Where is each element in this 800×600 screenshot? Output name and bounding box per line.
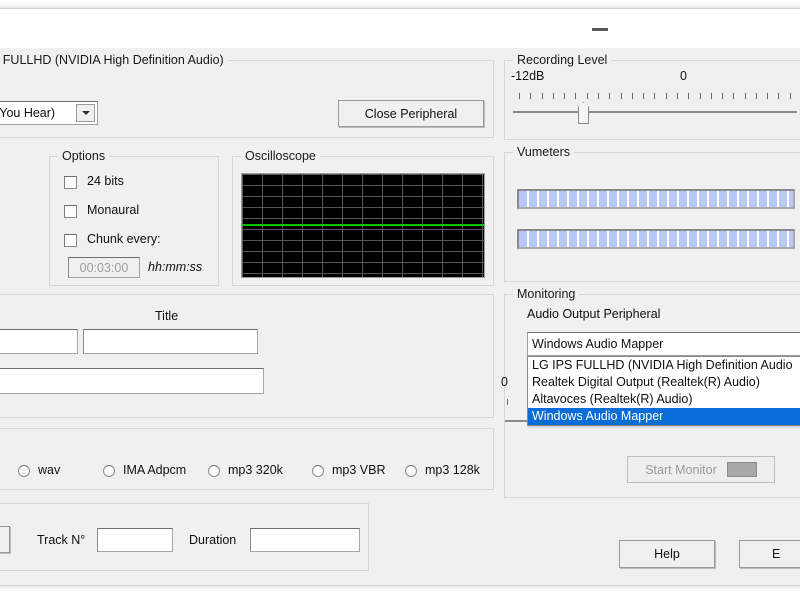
- minimize-icon: [592, 28, 608, 31]
- format-radio-wav-label: wav: [38, 463, 61, 477]
- format-radio-mp3-320k-label: mp3 320k: [228, 463, 283, 477]
- main-window: ...ot t Peripheral: Loopback from LG IPS…: [0, 8, 800, 586]
- dropdown-item-3[interactable]: Windows Audio Mapper: [528, 408, 800, 425]
- dropdown-item-0[interactable]: LG IPS FULLHD (NVIDIA High Definition Au…: [528, 357, 800, 374]
- recording-level-track[interactable]: [513, 111, 797, 113]
- dropdown-item-1[interactable]: Realtek Digital Output (Realtek(R) Audio…: [528, 374, 800, 391]
- recording-level-ticks: [519, 93, 791, 99]
- format-radio-mp3-128k[interactable]: [405, 465, 417, 477]
- vumeters-group: Vumeters: [504, 145, 800, 282]
- start-monitor-button[interactable]: Start Monitor: [627, 456, 775, 483]
- recording-level-group: Recording Level -12dB 0: [504, 53, 800, 140]
- monitoring-output-dropdown[interactable]: LG IPS FULLHD (NVIDIA High Definition Au…: [527, 356, 800, 426]
- title-label: Title: [155, 309, 179, 323]
- format-radio-ima-adpcm[interactable]: [103, 465, 115, 477]
- oscilloscope-group-title: Oscilloscope: [241, 149, 320, 163]
- app-root: ...ot t Peripheral: Loopback from LG IPS…: [0, 0, 800, 600]
- checkbox-chunk-every-label: Chunk every:: [87, 232, 161, 246]
- monitor-status-icon: [726, 462, 757, 477]
- input-peripheral-combo-arrow[interactable]: [76, 104, 95, 122]
- recording-level-group-title: Recording Level: [513, 53, 612, 67]
- format-radio-wav[interactable]: [18, 465, 30, 477]
- recording-level-min-label: -12dB: [511, 69, 545, 83]
- input-peripheral-group: t Peripheral: Loopback from LG IPS FULLH…: [0, 53, 494, 138]
- input-peripheral-group-title: t Peripheral: Loopback from LG IPS FULLH…: [0, 53, 228, 67]
- monitoring-volume-track[interactable]: [505, 420, 527, 422]
- input-peripheral-combo[interactable]: from Windows Mixer Output (What You Hear…: [0, 101, 98, 125]
- help-button-label: Help: [654, 547, 680, 561]
- track-number-input[interactable]: [97, 528, 173, 552]
- checkbox-monaural-label: Monaural: [87, 203, 140, 217]
- monitoring-output-combo-value: Windows Audio Mapper: [532, 337, 664, 351]
- audio-output-peripheral-label: Audio Output Peripheral: [527, 307, 661, 321]
- format-radio-mp3-128k-label: mp3 128k: [425, 463, 480, 477]
- close-peripheral-label: Close Peripheral: [364, 106, 458, 121]
- minimize-button[interactable]: [577, 9, 623, 47]
- folder-path-input[interactable]: C:\Users\merch\Music: [0, 368, 264, 394]
- format-radio-mp3-320k[interactable]: [208, 465, 220, 477]
- vumeter-right-fill: [519, 231, 793, 247]
- album-input[interactable]: [0, 329, 78, 354]
- monitoring-volume-ticks: [507, 399, 527, 405]
- checkbox-chunk-every[interactable]: [64, 234, 77, 247]
- duration-input[interactable]: [250, 528, 360, 552]
- recording-level-max-label: 0: [680, 69, 687, 83]
- exit-button[interactable]: E: [739, 540, 800, 568]
- chevron-down-icon: [81, 111, 90, 115]
- help-button[interactable]: Help: [619, 540, 715, 568]
- chunk-duration-format-label: hh:mm:ss: [148, 260, 203, 274]
- checkbox-24bits[interactable]: [64, 176, 77, 189]
- transport-group: rd Pause Track N° Duration: [0, 503, 369, 571]
- start-monitor-label: Start Monitor: [645, 462, 717, 477]
- duration-label: Duration: [189, 533, 237, 547]
- options-group: Options 24 bits Monaural Chunk every: 00…: [49, 149, 219, 286]
- tags-group: rtist Album Title Folder C:\Users\merch\…: [0, 294, 494, 418]
- vumeters-group-title: Vumeters: [513, 145, 575, 159]
- recording-level-thumb[interactable]: [578, 102, 589, 124]
- checkbox-24bits-label: 24 bits: [87, 174, 124, 188]
- format-radio-ima-adpcm-label: IMA Adpcm: [123, 463, 187, 477]
- checkbox-monaural[interactable]: [64, 205, 77, 218]
- format-group: at wav IMA Adpcm mp3 320k mp3 VBR mp3 12…: [0, 428, 494, 490]
- chunk-duration-value: 00:03:00: [79, 260, 129, 275]
- monitoring-group-title: Monitoring: [513, 287, 580, 301]
- monitoring-output-combo[interactable]: Windows Audio Mapper: [527, 332, 800, 356]
- options-group-title: Options: [58, 149, 110, 163]
- vumeter-left-fill: [519, 191, 793, 207]
- input-peripheral-combo-value: from Windows Mixer Output (What You Hear…: [0, 106, 56, 120]
- vumeter-left: [517, 189, 795, 209]
- window-titlebar: ...ot: [0, 9, 800, 49]
- oscilloscope-trace: [242, 224, 484, 226]
- oscilloscope-display: [241, 173, 485, 278]
- format-radio-mp3-vbr-label: mp3 VBR: [332, 463, 386, 477]
- track-number-label: Track N°: [37, 533, 86, 547]
- dropdown-item-2[interactable]: Altavoces (Realtek(R) Audio): [528, 391, 800, 408]
- chunk-duration-input[interactable]: 00:03:00: [68, 257, 140, 278]
- monitoring-group: Monitoring Audio Output Peripheral Windo…: [501, 287, 800, 498]
- close-peripheral-button[interactable]: Close Peripheral: [338, 100, 484, 127]
- exit-button-label: E: [772, 547, 781, 561]
- title-input[interactable]: [83, 329, 258, 354]
- pause-button[interactable]: Pause: [0, 526, 10, 553]
- format-radio-mp3-vbr[interactable]: [312, 465, 324, 477]
- window-client-area: t Peripheral: Loopback from LG IPS FULLH…: [0, 48, 800, 585]
- vumeter-right: [517, 229, 795, 249]
- oscilloscope-group: Oscilloscope: [232, 149, 494, 286]
- monitoring-volume-max-label: 0: [501, 375, 508, 389]
